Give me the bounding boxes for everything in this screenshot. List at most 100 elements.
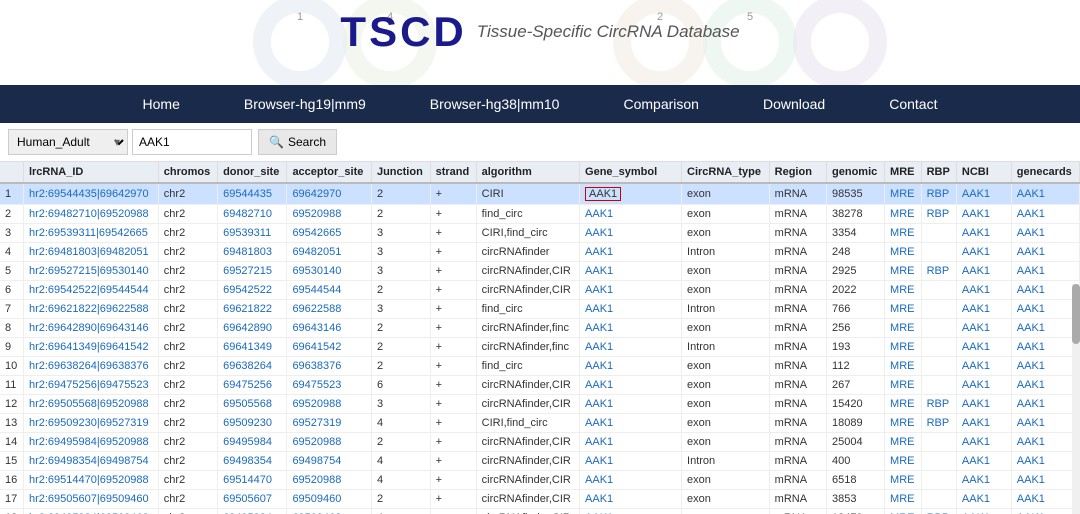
genecards-cell[interactable]: AAK1 bbox=[1011, 376, 1079, 395]
nav-comparison[interactable]: Comparison bbox=[591, 85, 730, 123]
donor-cell[interactable]: 69495984 bbox=[218, 433, 287, 452]
genecards-cell[interactable]: AAK1 bbox=[1011, 300, 1079, 319]
search-button[interactable]: 🔍 Search bbox=[258, 129, 337, 155]
gene-symbol-cell[interactable]: AAK1 bbox=[580, 319, 682, 338]
gene-symbol-cell[interactable]: AAK1 bbox=[580, 414, 682, 433]
circrna-id-cell[interactable]: hr2:69509230|69527319 bbox=[23, 414, 158, 433]
donor-cell[interactable]: 69509230 bbox=[218, 414, 287, 433]
scrollbar-thumb[interactable] bbox=[1072, 284, 1080, 344]
genecards-cell[interactable]: AAK1 bbox=[1011, 490, 1079, 509]
genecards-cell[interactable]: AAK1 bbox=[1011, 357, 1079, 376]
donor-cell[interactable]: 69638264 bbox=[218, 357, 287, 376]
ncbi-cell[interactable]: AAK1 bbox=[956, 471, 1011, 490]
search-input[interactable] bbox=[132, 129, 252, 155]
acceptor-cell[interactable]: 69641542 bbox=[287, 338, 372, 357]
mre-cell[interactable]: MRE bbox=[885, 319, 922, 338]
mre-cell[interactable]: MRE bbox=[885, 414, 922, 433]
mre-cell[interactable]: MRE bbox=[885, 509, 922, 514]
ncbi-cell[interactable]: AAK1 bbox=[956, 262, 1011, 281]
acceptor-cell[interactable]: 69482051 bbox=[287, 243, 372, 262]
donor-cell[interactable]: 69495984 bbox=[218, 509, 287, 514]
gene-symbol-cell[interactable]: AAK1 bbox=[580, 452, 682, 471]
circrna-id-cell[interactable]: hr2:69527215|69530140 bbox=[23, 262, 158, 281]
gene-symbol-cell[interactable]: AAK1 bbox=[580, 243, 682, 262]
ncbi-cell[interactable]: AAK1 bbox=[956, 433, 1011, 452]
mre-cell[interactable]: MRE bbox=[885, 357, 922, 376]
genecards-cell[interactable]: AAK1 bbox=[1011, 395, 1079, 414]
circrna-id-cell[interactable]: hr2:69514470|69520988 bbox=[23, 471, 158, 490]
mre-cell[interactable]: MRE bbox=[885, 395, 922, 414]
circrna-id-cell[interactable]: hr2:69495984|69509463 bbox=[23, 509, 158, 514]
scrollbar[interactable] bbox=[1072, 284, 1080, 514]
mre-cell[interactable]: MRE bbox=[885, 452, 922, 471]
donor-cell[interactable]: 69505568 bbox=[218, 395, 287, 414]
circrna-id-cell[interactable]: hr2:69482710|69520988 bbox=[23, 205, 158, 224]
circrna-id-cell[interactable]: hr2:69642890|69643146 bbox=[23, 319, 158, 338]
mre-cell[interactable]: MRE bbox=[885, 300, 922, 319]
acceptor-cell[interactable]: 69622588 bbox=[287, 300, 372, 319]
genecards-cell[interactable]: AAK1 bbox=[1011, 452, 1079, 471]
gene-symbol-cell[interactable]: AAK1 bbox=[580, 471, 682, 490]
mre-cell[interactable]: MRE bbox=[885, 183, 922, 205]
genecards-cell[interactable]: AAK1 bbox=[1011, 338, 1079, 357]
mre-cell[interactable]: MRE bbox=[885, 243, 922, 262]
nav-home[interactable]: Home bbox=[111, 85, 212, 123]
acceptor-cell[interactable]: 69642970 bbox=[287, 183, 372, 205]
donor-cell[interactable]: 69544435 bbox=[218, 183, 287, 205]
rbp-cell[interactable]: RBP bbox=[921, 205, 956, 224]
donor-cell[interactable]: 69514470 bbox=[218, 471, 287, 490]
ncbi-cell[interactable]: AAK1 bbox=[956, 300, 1011, 319]
circrna-id-cell[interactable]: hr2:69544435|69642970 bbox=[23, 183, 158, 205]
acceptor-cell[interactable]: 69643146 bbox=[287, 319, 372, 338]
mre-cell[interactable]: MRE bbox=[885, 471, 922, 490]
acceptor-cell[interactable]: 69638376 bbox=[287, 357, 372, 376]
rbp-cell[interactable]: RBP bbox=[921, 509, 956, 514]
gene-symbol-cell[interactable]: AAK1 bbox=[580, 395, 682, 414]
species-select[interactable]: Human_Adult Human_Fetal Mouse_Adult Mous… bbox=[8, 129, 128, 155]
ncbi-cell[interactable]: AAK1 bbox=[956, 281, 1011, 300]
gene-symbol-cell[interactable]: AAK1 bbox=[580, 357, 682, 376]
ncbi-cell[interactable]: AAK1 bbox=[956, 243, 1011, 262]
acceptor-cell[interactable]: 69509460 bbox=[287, 490, 372, 509]
acceptor-cell[interactable]: 69520988 bbox=[287, 395, 372, 414]
gene-symbol-cell[interactable]: AAK1 bbox=[580, 300, 682, 319]
rbp-cell[interactable]: RBP bbox=[921, 183, 956, 205]
circrna-id-cell[interactable]: hr2:69638264|69638376 bbox=[23, 357, 158, 376]
circrna-id-cell[interactable]: hr2:69542522|69544544 bbox=[23, 281, 158, 300]
mre-cell[interactable]: MRE bbox=[885, 338, 922, 357]
genecards-cell[interactable]: AAK1 bbox=[1011, 205, 1079, 224]
donor-cell[interactable]: 69481803 bbox=[218, 243, 287, 262]
gene-symbol-cell[interactable]: AAK1 bbox=[580, 509, 682, 514]
nav-contact[interactable]: Contact bbox=[857, 85, 969, 123]
ncbi-cell[interactable]: AAK1 bbox=[956, 357, 1011, 376]
circrna-id-cell[interactable]: hr2:69505607|69509460 bbox=[23, 490, 158, 509]
circrna-id-cell[interactable]: hr2:69495984|69520988 bbox=[23, 433, 158, 452]
ncbi-cell[interactable]: AAK1 bbox=[956, 224, 1011, 243]
nav-browser-hg38[interactable]: Browser-hg38|mm10 bbox=[398, 85, 592, 123]
genecards-cell[interactable]: AAK1 bbox=[1011, 281, 1079, 300]
ncbi-cell[interactable]: AAK1 bbox=[956, 509, 1011, 514]
donor-cell[interactable]: 69527215 bbox=[218, 262, 287, 281]
acceptor-cell[interactable]: 69542665 bbox=[287, 224, 372, 243]
circrna-id-cell[interactable]: hr2:69539311|69542665 bbox=[23, 224, 158, 243]
genecards-cell[interactable]: AAK1 bbox=[1011, 471, 1079, 490]
gene-symbol-cell[interactable]: AAK1 bbox=[580, 490, 682, 509]
ncbi-cell[interactable]: AAK1 bbox=[956, 452, 1011, 471]
acceptor-cell[interactable]: 69544544 bbox=[287, 281, 372, 300]
acceptor-cell[interactable]: 69498754 bbox=[287, 452, 372, 471]
gene-symbol-cell[interactable]: AAK1 bbox=[580, 183, 682, 205]
rbp-cell[interactable]: RBP bbox=[921, 262, 956, 281]
acceptor-cell[interactable]: 69520988 bbox=[287, 205, 372, 224]
ncbi-cell[interactable]: AAK1 bbox=[956, 183, 1011, 205]
circrna-id-cell[interactable]: hr2:69475256|69475523 bbox=[23, 376, 158, 395]
ncbi-cell[interactable]: AAK1 bbox=[956, 338, 1011, 357]
genecards-cell[interactable]: AAK1 bbox=[1011, 433, 1079, 452]
rbp-cell[interactable]: RBP bbox=[921, 414, 956, 433]
acceptor-cell[interactable]: 69527319 bbox=[287, 414, 372, 433]
acceptor-cell[interactable]: 69475523 bbox=[287, 376, 372, 395]
donor-cell[interactable]: 69542522 bbox=[218, 281, 287, 300]
circrna-id-cell[interactable]: hr2:69481803|69482051 bbox=[23, 243, 158, 262]
nav-download[interactable]: Download bbox=[731, 85, 857, 123]
ncbi-cell[interactable]: AAK1 bbox=[956, 205, 1011, 224]
ncbi-cell[interactable]: AAK1 bbox=[956, 490, 1011, 509]
